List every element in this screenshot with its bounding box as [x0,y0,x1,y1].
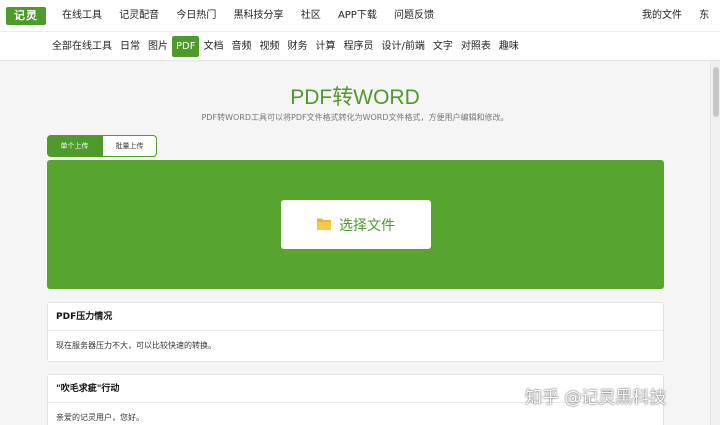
watermark: 知乎 @记灵黑科技 [525,388,667,408]
category-daily[interactable]: 日常 [116,36,144,57]
card-title: PDF压力情况 [48,303,663,331]
category-calculate[interactable]: 计算 [311,36,339,57]
upload-dropzone[interactable]: 选择文件 [47,160,664,289]
scrollbar-thumb[interactable] [713,67,719,117]
tab-batch-upload[interactable]: 批量上传 [102,135,157,157]
category-video[interactable]: 视频 [255,36,283,57]
page-title: PDF转WORD [290,86,420,109]
category-design-frontend[interactable]: 设计/前端 [377,36,428,57]
nav-item-community[interactable]: 社区 [301,10,321,21]
category-reference-table[interactable]: 对照表 [457,36,495,57]
folder-icon [317,218,331,230]
card-body: 现在服务器压力不大，可以比较快速的转换。 [56,341,216,350]
category-all-tools[interactable]: 全部在线工具 [48,36,116,57]
main-nav: 在线工具 记灵配音 今日热门 黑科技分享 社区 APP下载 问题反馈 [62,0,448,32]
pdf-load-card: PDF压力情况 现在服务器压力不大，可以比较快速的转换。 [47,302,664,362]
nav-item-app-download[interactable]: APP下载 [338,10,377,21]
category-text[interactable]: 文字 [429,36,457,57]
tab-single-upload[interactable]: 单个上传 [47,135,102,157]
category-bar: 全部在线工具 日常 图片 PDF 文档 音频 视频 财务 计算 程序员 设计/前… [0,32,720,61]
category-fun[interactable]: 趣味 [495,36,523,57]
nav-item-user-truncated[interactable]: 东 [699,10,709,21]
category-document[interactable]: 文档 [199,36,227,57]
choose-file-button[interactable]: 选择文件 [281,200,431,249]
category-list: 全部在线工具 日常 图片 PDF 文档 音频 视频 财务 计算 程序员 设计/前… [48,36,523,57]
category-image[interactable]: 图片 [144,36,172,57]
page-subtitle: PDF转WORD工具可以将PDF文件格式转化为WORD文件格式，方便用户编辑和修… [201,113,509,122]
category-pdf[interactable]: PDF [172,36,200,57]
nav-item-my-files[interactable]: 我的文件 [642,10,682,21]
site-logo[interactable]: 记灵 [6,7,46,25]
category-audio[interactable]: 音频 [227,36,255,57]
nav-item-jiling-dubbing[interactable]: 记灵配音 [119,10,159,21]
nav-item-today-hot[interactable]: 今日热门 [176,10,216,21]
user-nav: 我的文件 东 [642,0,720,32]
upload-mode-tabs: 单个上传 批量上传 [47,135,157,157]
choose-file-label: 选择文件 [339,218,395,234]
category-finance[interactable]: 财务 [283,36,311,57]
category-programmer[interactable]: 程序员 [339,36,377,57]
nav-item-online-tools[interactable]: 在线工具 [62,10,102,21]
nav-item-feedback[interactable]: 问题反馈 [394,10,434,21]
page-scrollbar[interactable] [710,61,720,425]
nav-item-tech-share[interactable]: 黑科技分享 [234,10,284,21]
top-nav-bar: 记灵 在线工具 记灵配音 今日热门 黑科技分享 社区 APP下载 问题反馈 我的… [0,0,720,32]
